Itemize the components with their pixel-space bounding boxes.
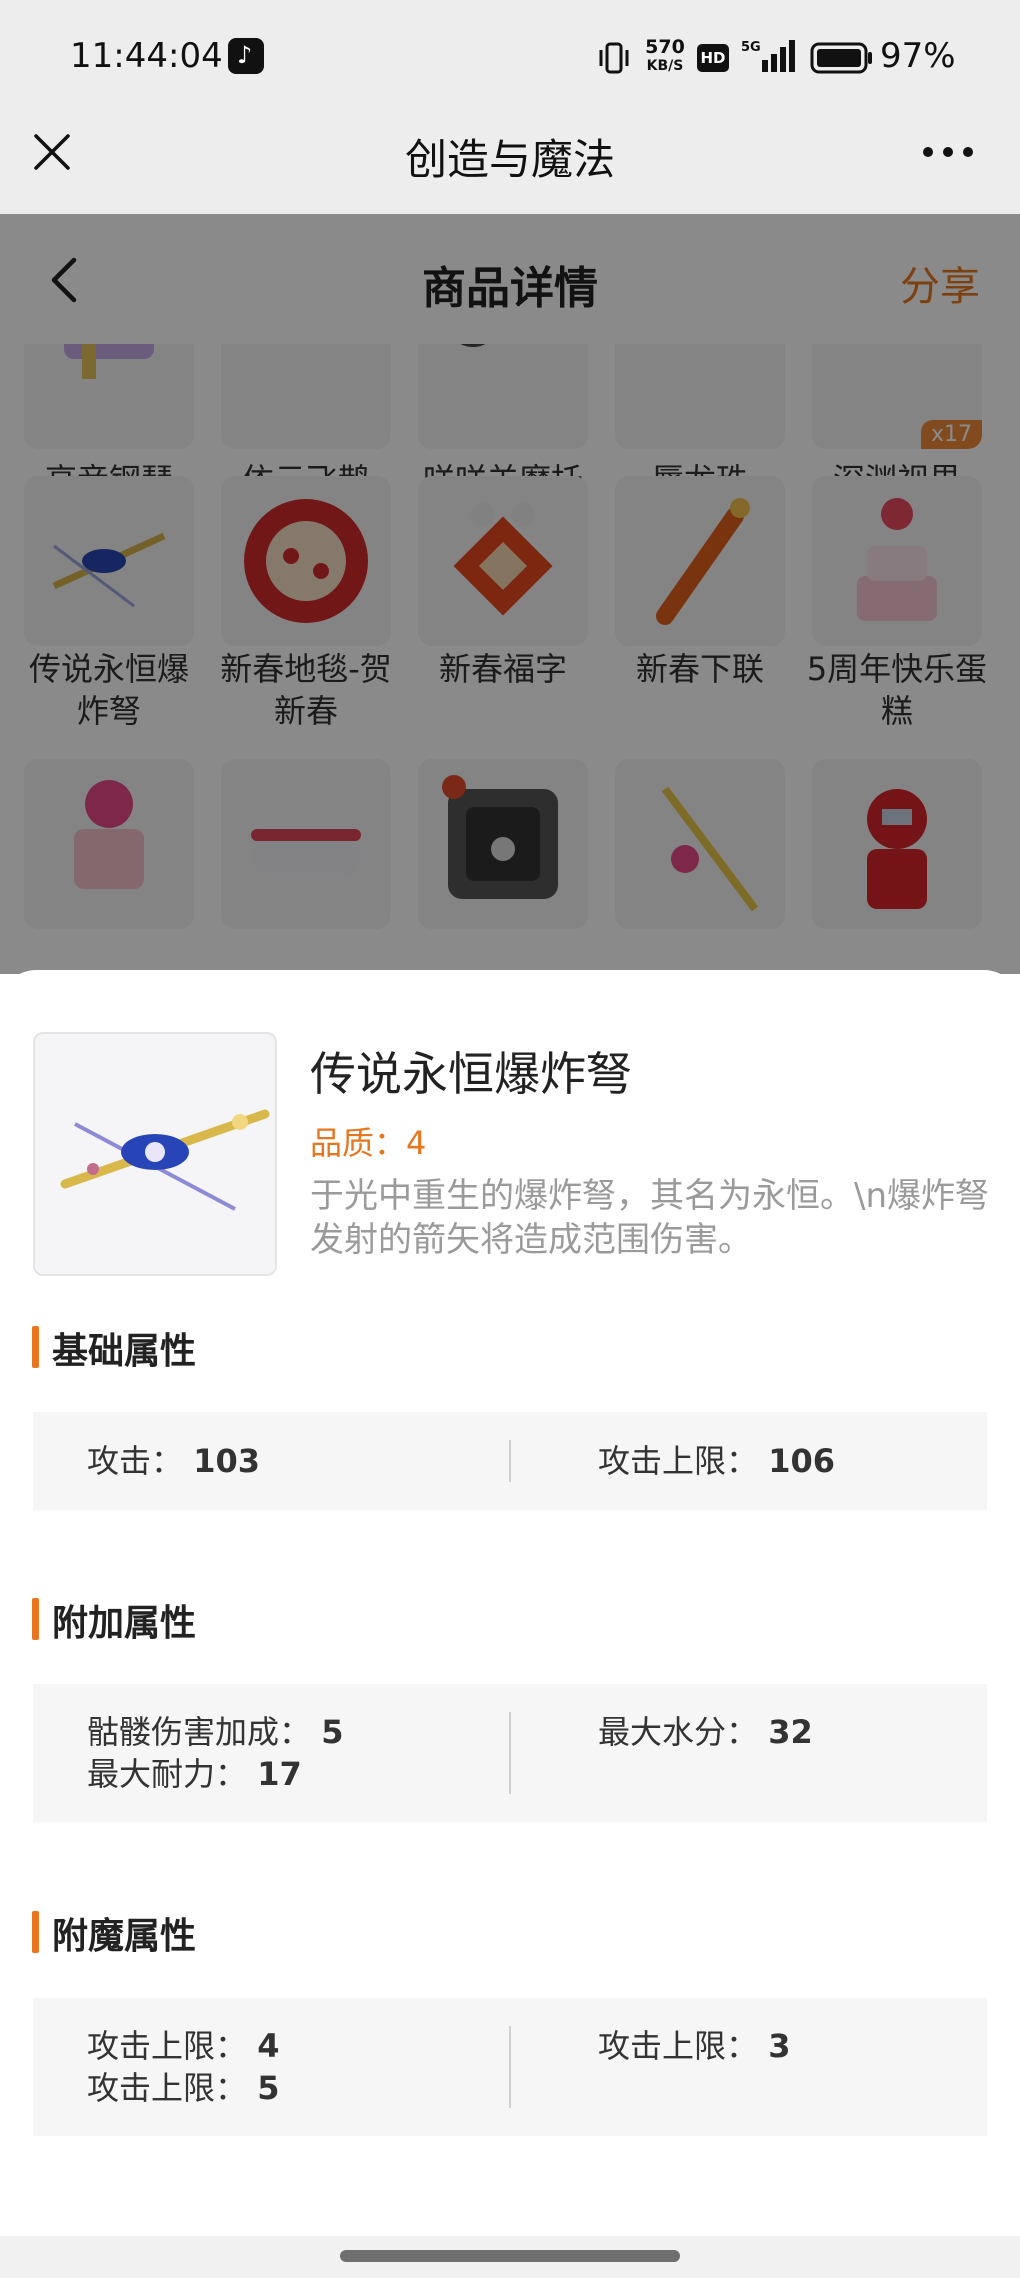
attr-col-left: 攻击： 103 [33, 1440, 510, 1482]
hd-icon: HD [697, 44, 729, 72]
attr-label: 攻击： [87, 1442, 184, 1480]
attr-col-left: 骷髅伤害加成： 5 最大耐力： 17 [33, 1711, 510, 1795]
attr-label: 攻击上限： [598, 2027, 759, 2065]
home-indicator-area [0, 2236, 1020, 2278]
attr-value: 17 [257, 1755, 302, 1793]
attr-row: 攻击： 103 [87, 1440, 510, 1482]
attr-value: 5 [257, 2069, 280, 2107]
item-image [33, 1032, 277, 1276]
attr-box-extra: 骷髅伤害加成： 5 最大耐力： 17 最大水分： 32 [33, 1684, 987, 1822]
modal-overlay[interactable] [0, 214, 1020, 974]
attr-row: 骷髅伤害加成： 5 [87, 1711, 510, 1753]
attr-label: 攻击上限： [87, 2027, 248, 2065]
more-dots-icon[interactable] [920, 132, 976, 172]
attr-label: 攻击上限： [87, 2069, 248, 2107]
svg-text:5G: 5G [741, 40, 761, 55]
attr-row: 攻击上限： 5 [87, 2067, 510, 2109]
tiktok-icon [228, 38, 264, 74]
attr-row: 最大水分： 32 [598, 1711, 987, 1753]
attr-value: 4 [257, 2027, 280, 2065]
section-title-extra: 附加属性 [32, 1594, 196, 1646]
home-indicator[interactable] [340, 2250, 680, 2262]
item-quality: 品质：4 [310, 1124, 427, 1162]
status-time: 11:44:04 [70, 36, 223, 76]
miniprogram-title: 创造与魔法 [404, 135, 615, 184]
item-description: 于光中重生的爆炸弩，其名为永恒。\n爆炸弩发射的箭矢将造成范围伤害。 [310, 1176, 990, 1260]
section-title-enchant: 附魔属性 [32, 1907, 196, 1959]
attr-box-enchant: 攻击上限： 4 攻击上限： 5 攻击上限： 3 [33, 1998, 987, 2136]
attr-box-basic: 攻击： 103 攻击上限： 106 [33, 1412, 987, 1510]
section-title-basic: 基础属性 [32, 1322, 196, 1374]
attr-row: 攻击上限： 106 [598, 1440, 987, 1482]
battery-percent: 97% [880, 36, 956, 76]
attr-value: 103 [193, 1442, 260, 1480]
attr-row: 攻击上限： 3 [598, 2025, 987, 2067]
item-name: 传说永恒爆炸弩 [310, 1047, 632, 1101]
vibrate-icon [599, 42, 629, 74]
item-detail-sheet: 传说永恒爆炸弩 品质：4 于光中重生的爆炸弩，其名为永恒。\n爆炸弩发射的箭矢将… [0, 970, 1020, 2278]
attr-col-left: 攻击上限： 4 攻击上限： 5 [33, 2025, 510, 2109]
net-speed-value: 570 [645, 36, 685, 58]
attr-col-right: 攻击上限： 106 [510, 1440, 987, 1482]
attr-value: 106 [768, 1442, 835, 1480]
attr-value: 5 [321, 1713, 344, 1751]
attr-row: 攻击上限： 4 [87, 2025, 510, 2067]
attr-label: 最大耐力： [87, 1755, 248, 1793]
battery-icon [810, 42, 872, 74]
signal-5g-icon: 5G [741, 40, 795, 72]
attr-label: 骷髅伤害加成： [87, 1713, 312, 1751]
attr-label: 攻击上限： [598, 1442, 759, 1480]
attr-value: 32 [768, 1713, 813, 1751]
miniprogram-title-bar: 创造与魔法 [0, 118, 1020, 214]
attr-label: 最大水分： [598, 1713, 759, 1751]
net-speed: 570 KB/S [640, 36, 690, 74]
attr-row: 最大耐力： 17 [87, 1753, 510, 1795]
attr-col-right: 攻击上限： 3 [510, 2025, 987, 2067]
attr-value: 3 [768, 2027, 791, 2065]
net-speed-unit: KB/S [646, 58, 684, 74]
status-bar: 11:44:04 570 KB/S HD 5G 97% [0, 0, 1020, 118]
attr-col-right: 最大水分： 32 [510, 1711, 987, 1753]
